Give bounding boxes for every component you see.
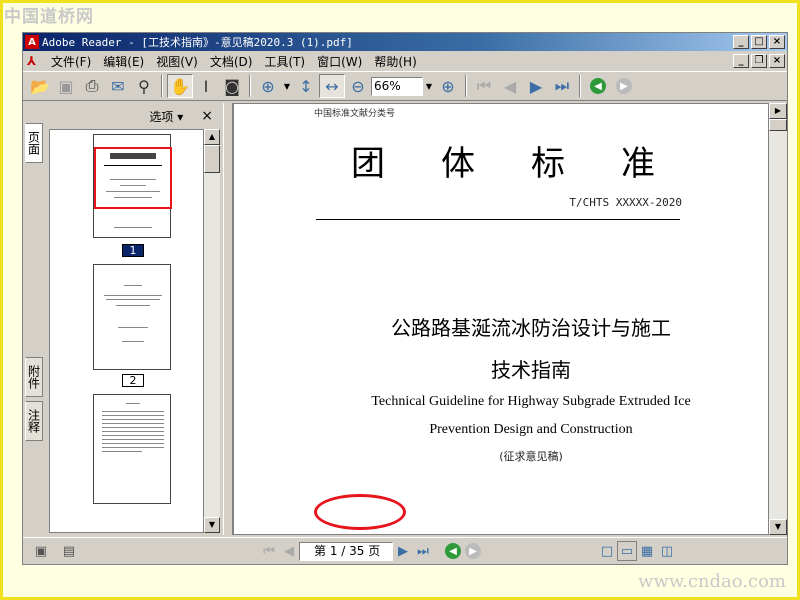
single-page-icon[interactable]: □ bbox=[597, 541, 617, 561]
zoom-input[interactable]: 66% bbox=[371, 76, 423, 96]
page-thumbnail-1[interactable] bbox=[93, 134, 172, 238]
doc-classification: 中国标准文献分类号 bbox=[314, 109, 396, 119]
menu-window[interactable]: 窗口(W) bbox=[311, 53, 368, 70]
print-icon[interactable]: ⎙ bbox=[79, 74, 105, 98]
zoom-out-icon[interactable]: ⊖ bbox=[345, 74, 371, 98]
thumbnails-scrollbar[interactable]: ▲ ▼ bbox=[204, 129, 220, 533]
side-tabs: 页面 附件 注释 bbox=[23, 103, 47, 535]
thumb-number-1[interactable]: 1 bbox=[122, 244, 144, 257]
monitor-icon[interactable]: ▣ bbox=[31, 541, 51, 561]
continuous-page-icon[interactable]: ▭ bbox=[617, 541, 637, 561]
save-icon[interactable]: ▣ bbox=[53, 74, 79, 98]
tab-pages[interactable]: 页面 bbox=[25, 123, 43, 163]
close-button[interactable]: × bbox=[769, 35, 785, 49]
toolbar-separator bbox=[465, 75, 467, 97]
menu-help[interactable]: 帮助(H) bbox=[368, 53, 422, 70]
panel-splitter[interactable] bbox=[223, 103, 233, 535]
document-scrollbar[interactable]: ▶ ▼ bbox=[769, 103, 787, 535]
snapshot-icon[interactable]: ◙ bbox=[219, 74, 245, 98]
doc-scroll-thumb[interactable] bbox=[769, 119, 787, 131]
status-go-forward-icon[interactable]: ▶ bbox=[463, 541, 483, 561]
first-page-icon[interactable]: ⏮ bbox=[471, 74, 497, 98]
toolbar: 📂 ▣ ⎙ ✉ ⚲ ✋ I ◙ ⊕ ▼ ↕ ↔ ⊖ 66% ▼ ⊕ ⏮ ◀ ▶ … bbox=[23, 71, 787, 101]
status-next-page-icon[interactable]: ▶ bbox=[393, 541, 413, 561]
last-page-icon[interactable]: ⏭ bbox=[549, 74, 575, 98]
select-text-icon[interactable]: I bbox=[193, 74, 219, 98]
scroll-thumb[interactable] bbox=[204, 145, 220, 173]
scroll-up-button[interactable]: ▲ bbox=[204, 129, 220, 145]
doc-divider bbox=[316, 219, 680, 220]
next-page-icon[interactable]: ▶ bbox=[523, 74, 549, 98]
toolbar-separator bbox=[161, 75, 163, 97]
zoom-in-icon[interactable]: ⊕ bbox=[255, 74, 281, 98]
thumbnails-header: 选项 ▾ × bbox=[49, 105, 221, 127]
adobe-reader-icon: A bbox=[25, 35, 39, 49]
prev-page-icon[interactable]: ◀ bbox=[497, 74, 523, 98]
menu-edit[interactable]: 编辑(E) bbox=[97, 53, 150, 70]
navigation-panel: 页面 附件 注释 选项 ▾ × 1 2 ▲ ▼ bbox=[23, 103, 223, 535]
search-binoculars-icon[interactable]: ⚲ bbox=[131, 74, 157, 98]
scroll-down-button[interactable]: ▼ bbox=[204, 517, 220, 533]
doc-cn-title-line2: 技术指南 bbox=[491, 358, 571, 382]
hand-tool-icon[interactable]: ✋ bbox=[167, 74, 193, 98]
doc-title: 团体标准 bbox=[351, 144, 711, 184]
menu-bar: ⅄ 文件(F) 编辑(E) 视图(V) 文档(D) 工具(T) 窗口(W) 帮助… bbox=[23, 52, 787, 70]
tab-attachments[interactable]: 附件 bbox=[25, 357, 43, 397]
page-thumbnail-3[interactable] bbox=[93, 394, 171, 504]
doc-close-button[interactable]: × bbox=[769, 54, 785, 68]
doc-standard-code: T/CHTS XXXXX-2020 bbox=[569, 196, 682, 209]
page-number-field[interactable]: 第 1 / 35 页 bbox=[299, 541, 393, 561]
toolbar-separator bbox=[579, 75, 581, 97]
tab-comments[interactable]: 注释 bbox=[25, 401, 43, 441]
doc-draft-note: (征求意见稿) bbox=[499, 450, 563, 463]
menu-tools[interactable]: 工具(T) bbox=[258, 53, 311, 70]
doc-minimize-button[interactable]: _ bbox=[733, 54, 749, 68]
reader-window: A Adobe Reader - [工技术指南》-意见稿2020.3 (1).p… bbox=[22, 32, 788, 565]
go-back-icon[interactable]: ◀ bbox=[585, 74, 611, 98]
page-thumbnail-2[interactable] bbox=[93, 264, 171, 370]
status-first-page-icon[interactable]: ⏮ bbox=[259, 541, 279, 561]
page-layout-icon[interactable]: ▤ bbox=[59, 541, 79, 561]
zoom-plus-icon[interactable]: ⊕ bbox=[435, 74, 461, 98]
email-icon[interactable]: ✉ bbox=[105, 74, 131, 98]
doc-en-title-line1: Technical Guideline for Highway Subgrade… bbox=[371, 394, 691, 409]
facing-page-icon[interactable]: ▦ bbox=[637, 541, 657, 561]
menu-file[interactable]: 文件(F) bbox=[45, 53, 97, 70]
status-last-page-icon[interactable]: ⏭ bbox=[413, 541, 433, 561]
menu-view[interactable]: 视图(V) bbox=[150, 53, 204, 70]
menu-document[interactable]: 文档(D) bbox=[204, 53, 259, 70]
thumb-number-2[interactable]: 2 bbox=[122, 374, 144, 387]
status-bar: ▣ ▤ ⏮ ◀ 第 1 / 35 页 ▶ ⏭ ◀ ▶ □ ▭ ▦ ◫ bbox=[23, 537, 787, 564]
page-down-button[interactable]: ▼ bbox=[769, 519, 787, 535]
fit-width-icon[interactable]: ↔ bbox=[319, 74, 345, 98]
status-go-back-icon[interactable]: ◀ bbox=[443, 541, 463, 561]
doc-restore-button[interactable]: ❐ bbox=[751, 54, 767, 68]
pdf-doc-icon: ⅄ bbox=[27, 54, 37, 68]
window-title: Adobe Reader - [工技术指南》-意见稿2020.3 (1).pdf… bbox=[42, 36, 353, 49]
maximize-button[interactable]: □ bbox=[751, 35, 767, 49]
watermark-top: 中国道桥网 bbox=[4, 7, 94, 27]
open-folder-icon[interactable]: 📂 bbox=[27, 74, 53, 98]
close-panel-icon[interactable]: × bbox=[201, 108, 213, 124]
doc-cn-title-line1: 公路路基涎流冰防治设计与施工 bbox=[391, 316, 671, 340]
thumbnails-area: 1 2 bbox=[49, 129, 204, 533]
zoom-dropdown[interactable]: ▼ bbox=[423, 82, 435, 91]
watermark-bottom: www.cndao.com bbox=[638, 571, 786, 592]
doc-en-title-line2: Prevention Design and Construction bbox=[429, 422, 633, 437]
status-prev-page-icon[interactable]: ◀ bbox=[279, 541, 299, 561]
fit-height-icon[interactable]: ↕ bbox=[293, 74, 319, 98]
title-bar[interactable]: A Adobe Reader - [工技术指南》-意见稿2020.3 (1).p… bbox=[23, 33, 787, 51]
toolbar-separator bbox=[249, 75, 251, 97]
page-up-button[interactable]: ▶ bbox=[769, 103, 787, 119]
minimize-button[interactable]: _ bbox=[733, 35, 749, 49]
go-forward-icon[interactable]: ▶ bbox=[611, 74, 637, 98]
zoom-tool-dropdown[interactable]: ▼ bbox=[281, 82, 293, 91]
options-menu[interactable]: 选项 ▾ bbox=[149, 108, 183, 125]
continuous-facing-icon[interactable]: ◫ bbox=[657, 541, 677, 561]
document-view[interactable]: 中国标准文献分类号 团体标准 T/CHTS XXXXX-2020 公路路基涎流冰… bbox=[233, 103, 769, 535]
